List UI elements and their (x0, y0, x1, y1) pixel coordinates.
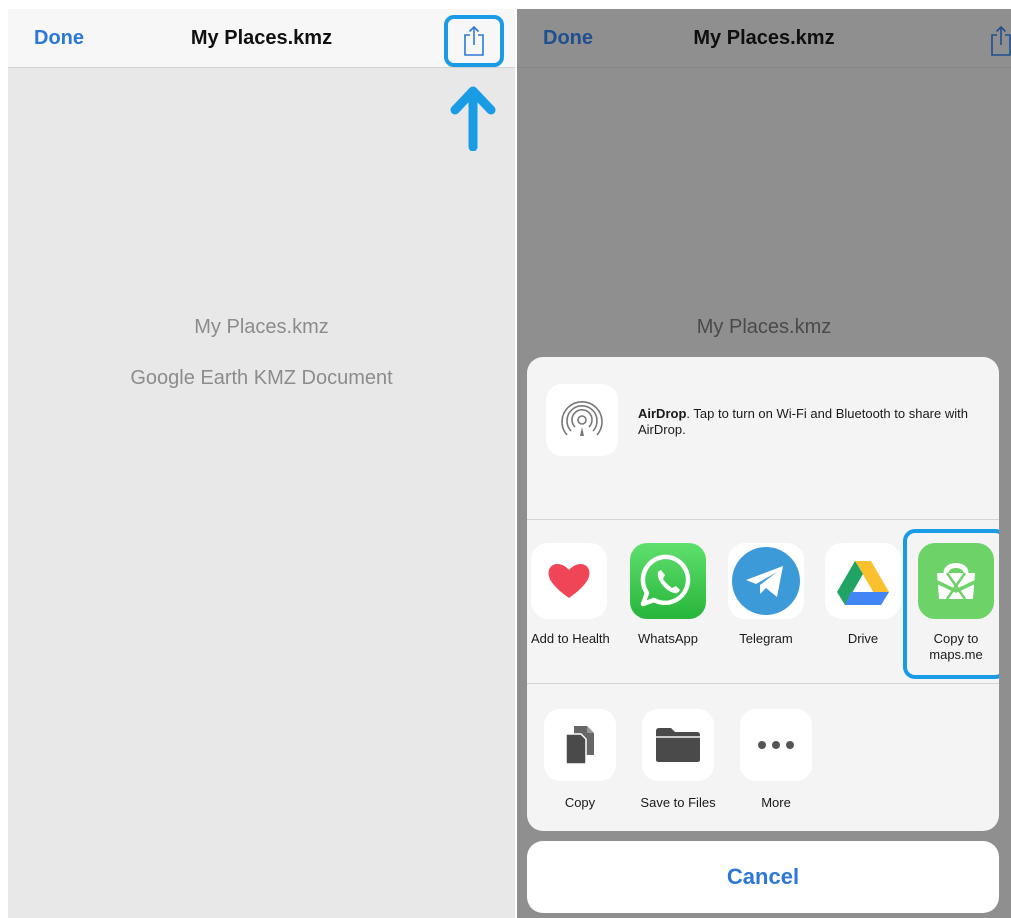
heart-icon (531, 543, 607, 619)
telegram-icon (728, 543, 804, 619)
more-icon (740, 709, 812, 781)
navigation-bar: Done My Places.kmz (517, 9, 1011, 68)
google-drive-icon (825, 543, 901, 619)
cancel-button[interactable]: Cancel (527, 841, 999, 913)
action-label: Copy (564, 795, 596, 810)
share-button[interactable] (444, 15, 504, 67)
action-label: Save to Files (640, 795, 716, 810)
airdrop-description: . Tap to turn on Wi-Fi and Bluetooth to … (638, 406, 968, 437)
share-icon (991, 26, 1011, 56)
share-sheet: AirDrop. Tap to turn on Wi-Fi and Blueto… (527, 357, 999, 831)
document-name: My Places.kmz (696, 316, 832, 338)
page-title: My Places.kmz (693, 27, 835, 49)
app-label: WhatsApp (638, 631, 698, 646)
left-screen: Done My Places.kmz My Places.kmz Google … (8, 9, 515, 918)
action-label: More (761, 795, 791, 810)
folder-icon (642, 709, 714, 781)
airdrop-icon[interactable] (546, 384, 618, 456)
airdrop-title: AirDrop (638, 406, 687, 421)
action-row: Copy Save to Files More (527, 683, 999, 831)
whatsapp-icon (630, 543, 706, 619)
navigation-bar: Done My Places.kmz (8, 9, 515, 68)
right-screen: Done My Places.kmz My Places.kmz AirDrop… (517, 9, 1011, 918)
app-label: Telegram (739, 631, 793, 646)
document-name: My Places.kmz (194, 316, 329, 338)
copy-icon (544, 709, 616, 781)
page-title: My Places.kmz (190, 27, 333, 49)
app-label: Drive (847, 631, 879, 646)
airdrop-row[interactable]: AirDrop. Tap to turn on Wi-Fi and Blueto… (527, 357, 999, 519)
document-type: Google Earth KMZ Document (130, 367, 393, 389)
share-icon (464, 26, 484, 56)
airdrop-message: AirDrop. Tap to turn on Wi-Fi and Blueto… (638, 406, 983, 438)
up-arrow-icon (450, 86, 496, 151)
highlight-box (903, 529, 999, 679)
share-button[interactable] (971, 15, 1011, 67)
app-label: Add to Health (531, 631, 610, 646)
